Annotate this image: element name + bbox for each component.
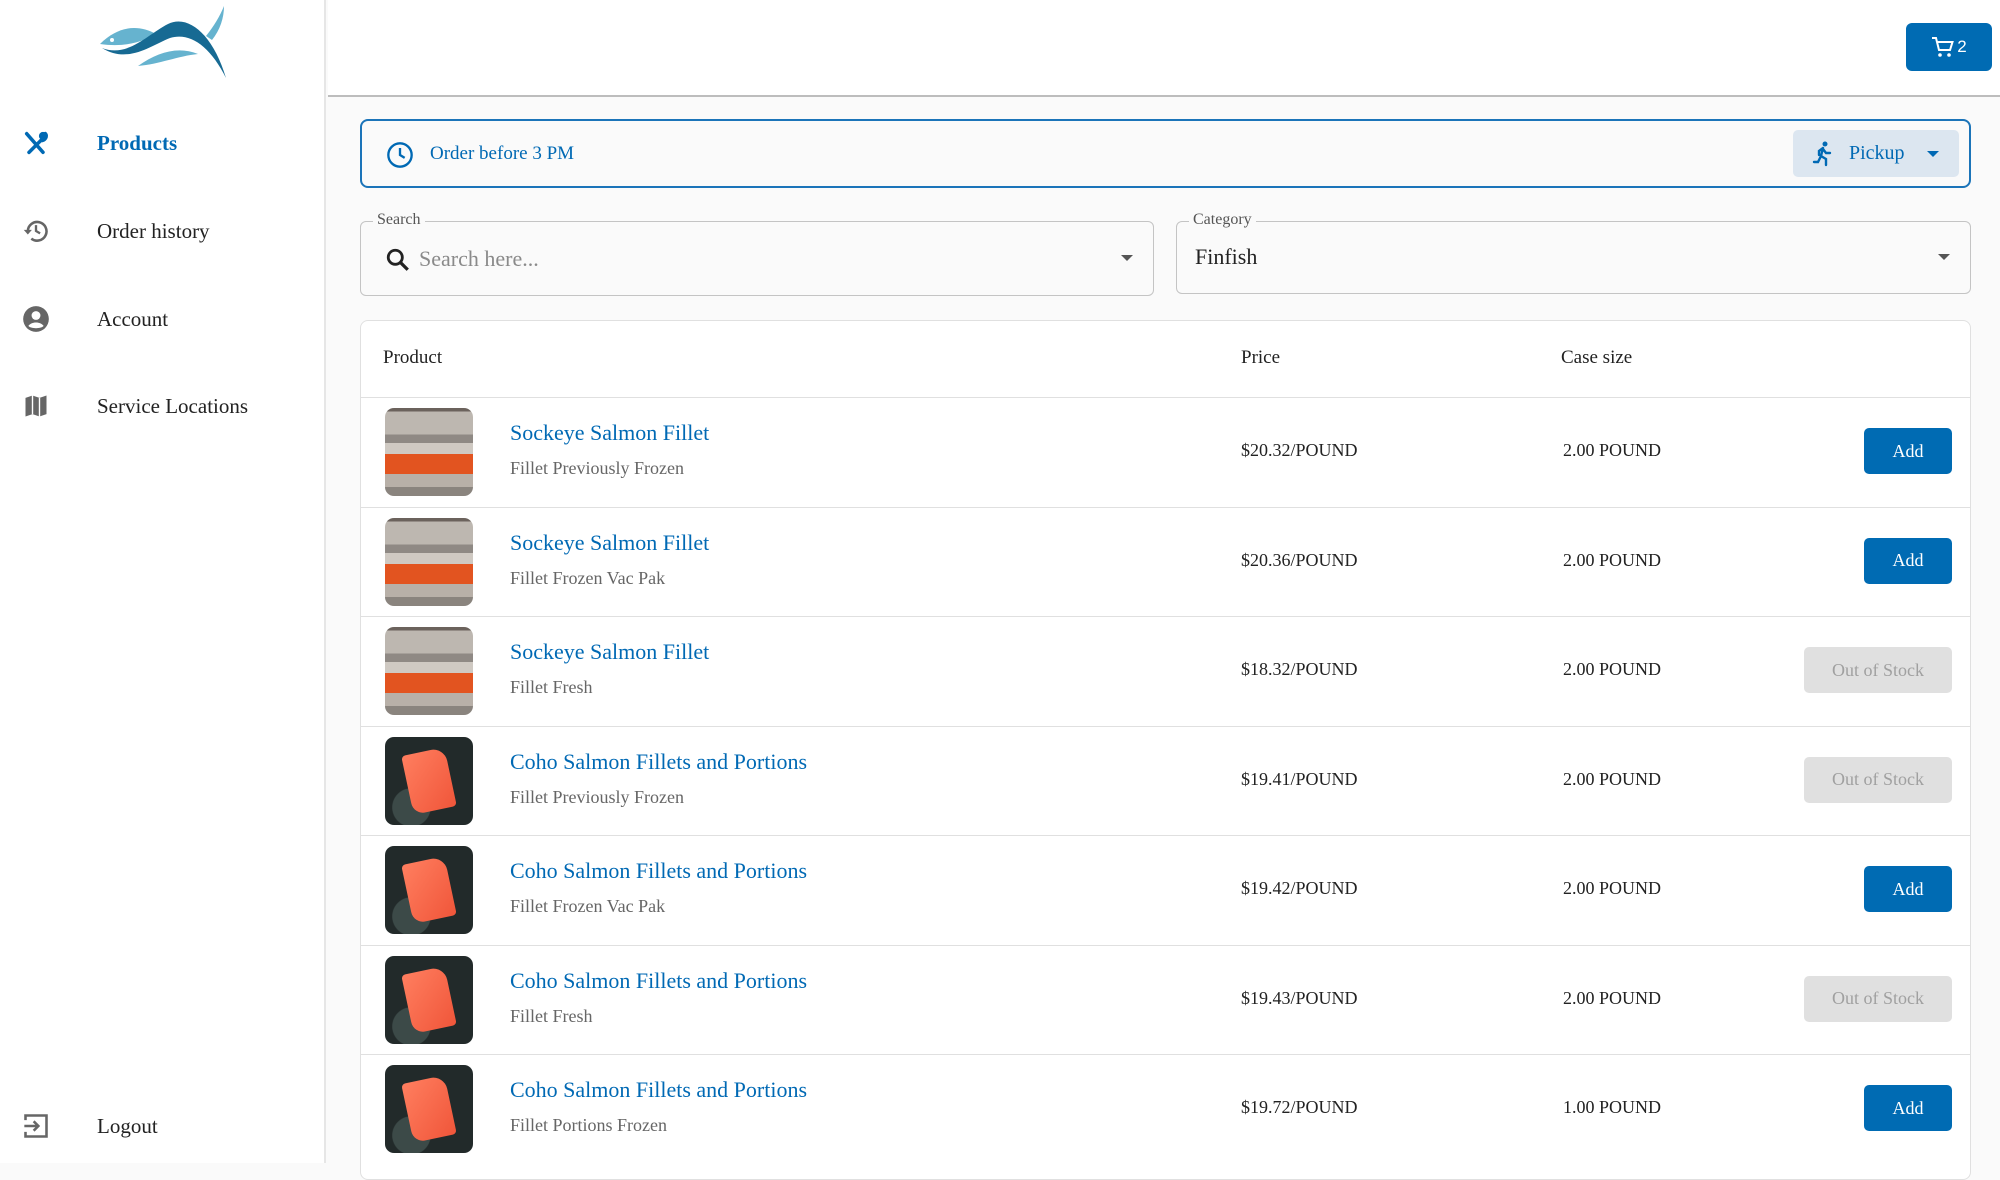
logout-icon: [24, 1114, 48, 1138]
utensils-icon: [24, 131, 48, 155]
cart-button[interactable]: 2: [1906, 23, 1992, 71]
product-case-size: 1.00 POUND: [1563, 1097, 1662, 1117]
table-row: Coho Salmon Fillets and Portions Fillet F…: [361, 835, 1970, 945]
sidebar-item-label: Service Locations: [97, 393, 249, 418]
product-image[interactable]: [385, 627, 473, 715]
product-image[interactable]: [385, 846, 473, 934]
sidebar: Products Order history Account Service L…: [0, 0, 326, 1163]
product-price: $19.42/POUND: [1241, 878, 1358, 898]
sidebar-item-products[interactable]: Products: [0, 113, 326, 173]
table-row: Sockeye Salmon Fillet Fillet Frozen Vac P…: [361, 506, 1970, 617]
product-image[interactable]: [385, 517, 473, 606]
product-price: $20.36/POUND: [1241, 549, 1358, 570]
product-case-size: 2.00 POUND: [1563, 987, 1662, 1008]
cart-count: 2: [1957, 37, 1967, 56]
table-row: Coho Salmon Fillets and Portions Fillet P…: [361, 725, 1970, 836]
product-name-link[interactable]: Sockeye Salmon Fillet: [510, 420, 709, 446]
logout-label: Logout: [97, 1113, 158, 1138]
product-variant: Fillet Previously Frozen: [510, 786, 684, 807]
category-value: Finfish: [1195, 244, 1258, 269]
order-cutoff-text: Order before 3 PM: [430, 143, 575, 164]
top-bar: 2: [328, 0, 2000, 97]
search-field[interactable]: Search: [360, 211, 1154, 296]
product-image[interactable]: [385, 955, 473, 1044]
column-header-product: Product: [383, 347, 443, 368]
product-price: $20.32/POUND: [1241, 440, 1358, 460]
product-image[interactable]: [385, 408, 473, 496]
logout-button[interactable]: Logout: [0, 1096, 326, 1156]
category-label: Category: [1189, 211, 1256, 229]
sidebar-item-service-locations[interactable]: Service Locations: [0, 376, 326, 436]
product-name-link[interactable]: Coho Salmon Fillets and Portions: [510, 749, 807, 775]
category-select[interactable]: Category Finfish: [1176, 211, 1971, 294]
product-case-size: 2.00 POUND: [1563, 440, 1662, 460]
product-image[interactable]: [385, 736, 473, 825]
add-button[interactable]: Add: [1864, 428, 1952, 474]
product-variant: Fillet Portions Frozen: [510, 1115, 667, 1135]
product-variant: Fillet Fresh: [510, 677, 593, 697]
add-button[interactable]: Add: [1864, 866, 1952, 912]
table-row: Sockeye Salmon Fillet Fillet Previously F…: [361, 397, 1970, 507]
column-header-price: Price: [1241, 347, 1281, 368]
product-case-size: 2.00 POUND: [1563, 768, 1662, 789]
product-price: $18.32/POUND: [1241, 659, 1358, 679]
chevron-down-icon: [1938, 254, 1950, 260]
out-of-stock-button: Out of Stock: [1804, 975, 1952, 1022]
chevron-down-icon[interactable]: [1121, 255, 1133, 261]
product-price: $19.43/POUND: [1241, 987, 1358, 1008]
product-name-link[interactable]: Sockeye Salmon Fillet: [510, 530, 709, 556]
search-input[interactable]: [419, 242, 1019, 276]
product-name-link[interactable]: Coho Salmon Fillets and Portions: [510, 1077, 807, 1103]
sidebar-item-label: Products: [97, 130, 178, 155]
add-button[interactable]: Add: [1864, 1085, 1952, 1131]
table-row: Coho Salmon Fillets and Portions Fillet F…: [361, 944, 1970, 1055]
product-name-link[interactable]: Coho Salmon Fillets and Portions: [510, 968, 807, 994]
product-name-link[interactable]: Sockeye Salmon Fillet: [510, 639, 709, 665]
chevron-down-icon: [1926, 150, 1939, 157]
account-circle-icon: [23, 306, 49, 332]
fulfillment-value: Pickup: [1849, 142, 1905, 164]
column-header-case-size: Case size: [1561, 347, 1633, 368]
sidebar-item-label: Account: [97, 306, 169, 331]
products-table: Product Price Case size Sockeye Salmon F…: [360, 320, 1971, 1180]
sidebar-item-account[interactable]: Account: [0, 289, 326, 349]
sidebar-item-label: Order history: [97, 218, 210, 243]
table-row: Sockeye Salmon Fillet Fillet Fresh $18.32/…: [361, 616, 1970, 726]
fish-logo[interactable]: [98, 4, 228, 82]
product-image[interactable]: [385, 1065, 473, 1153]
product-variant: Fillet Previously Frozen: [510, 458, 684, 478]
table-row: Coho Salmon Fillets and Portions Fillet P…: [361, 1054, 1970, 1164]
product-variant: Fillet Fresh: [510, 1005, 593, 1026]
fulfillment-dropdown[interactable]: Pickup: [1793, 130, 1959, 177]
running-person-icon: [1812, 141, 1832, 166]
product-price: $19.41/POUND: [1241, 768, 1358, 789]
sidebar-item-order-history[interactable]: Order history: [0, 201, 326, 261]
product-variant: Fillet Frozen Vac Pak: [510, 896, 666, 916]
map-icon: [25, 395, 47, 417]
out-of-stock-button: Out of Stock: [1804, 756, 1952, 803]
product-name-link[interactable]: Coho Salmon Fillets and Portions: [510, 858, 807, 884]
clock-icon: [387, 142, 413, 168]
add-button[interactable]: Add: [1864, 537, 1952, 584]
search-icon: [386, 248, 409, 271]
order-cutoff-banner: Order before 3 PM Pickup: [360, 119, 1971, 188]
product-case-size: 2.00 POUND: [1563, 549, 1662, 570]
search-label: Search: [373, 211, 425, 229]
history-icon: [23, 220, 48, 242]
out-of-stock-button: Out of Stock: [1804, 647, 1952, 693]
product-case-size: 2.00 POUND: [1563, 659, 1662, 679]
cart-icon: [1932, 37, 1955, 57]
product-variant: Fillet Frozen Vac Pak: [510, 567, 666, 588]
product-price: $19.72/POUND: [1241, 1097, 1358, 1117]
product-case-size: 2.00 POUND: [1563, 878, 1662, 898]
